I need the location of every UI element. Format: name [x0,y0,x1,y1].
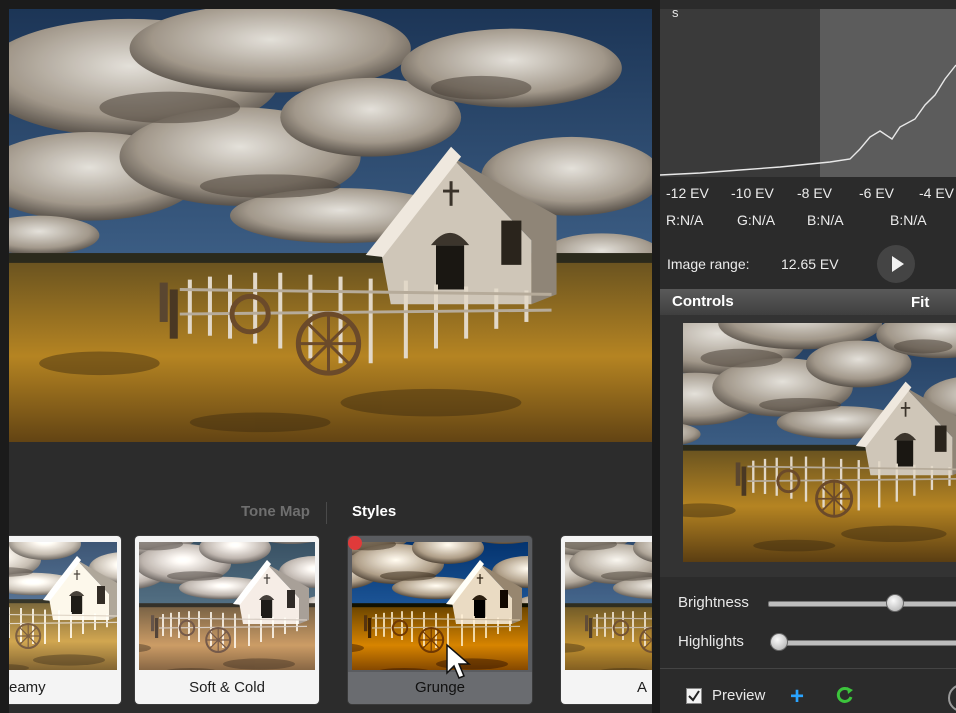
style-thumbnail [9,542,117,670]
selected-marker-icon [348,536,362,550]
brightness-slider[interactable] [768,601,956,607]
ev-label: -10 EV [731,185,774,201]
main-photo [9,9,652,442]
play-button[interactable] [877,245,915,283]
styles-panel: Tone Map Styles eamy Soft & Cold Grunge [9,442,652,713]
checkbox-icon [688,690,700,702]
tab-bar: Tone Map Styles [9,498,652,526]
histogram-corner-label: s [672,9,679,20]
blue-readout-2: B:N/A [890,212,927,228]
brightness-label: Brightness [678,594,749,611]
style-card-soft-cold[interactable]: Soft & Cold [135,536,319,704]
right-panel: s -12 EV -10 EV -8 EV -6 EV -4 EV R:N/A … [660,0,956,713]
ev-label: -6 EV [859,185,895,201]
brightness-control: Brightness [660,591,956,615]
styles-strip[interactable]: eamy Soft & Cold Grunge A [9,528,652,713]
ev-label: -4 EV [919,185,955,201]
style-label: eamy [9,679,46,696]
red-readout: R:N/A [666,212,704,228]
image-range-label: Image range: [667,256,750,272]
style-card-a[interactable]: A [561,536,652,704]
controls-header: Controls Fit [660,289,956,315]
style-card-grunge[interactable]: Grunge [348,536,532,704]
style-label: A [637,679,648,696]
cursor-icon [446,643,472,679]
highlights-control: Highlights [660,630,956,654]
preview-panel [660,315,956,577]
rgb-readout: R:N/A G:N/A B:N/A B:N/A [660,212,956,232]
preview-label: Preview [712,687,766,704]
style-thumbnail [352,542,528,670]
preview-image [683,323,956,569]
preview-checkbox[interactable] [686,688,702,704]
style-label: Soft & Cold [189,679,265,696]
highlights-slider-handle[interactable] [770,633,788,651]
style-label: Grunge [348,672,532,704]
image-range-value: 12.65 EV [781,256,839,272]
style-thumbnail [565,542,652,670]
style-thumbnail [139,542,315,670]
main-photo-image [9,9,652,442]
green-readout: G:N/A [737,212,776,228]
play-icon [892,256,904,272]
ev-scale: -12 EV -10 EV -8 EV -6 EV -4 EV [660,185,956,205]
add-icon[interactable]: + [790,683,804,711]
tab-styles[interactable]: Styles [352,498,396,526]
ev-label: -8 EV [797,185,833,201]
tab-divider [326,502,327,524]
refresh-icon[interactable] [835,685,855,705]
ev-label: -12 EV [666,185,709,201]
options-button[interactable] [948,684,956,712]
highlights-label: Highlights [678,633,744,650]
blue-readout: B:N/A [807,212,844,228]
controls-title: Controls [672,293,734,310]
fit-button[interactable]: Fit [911,294,929,311]
brightness-slider-handle[interactable] [886,594,904,612]
tab-tone-map[interactable]: Tone Map [241,498,310,526]
style-card-dreamy[interactable]: eamy [9,536,121,704]
highlights-slider[interactable] [770,640,956,646]
divider [660,668,956,669]
histogram: s [660,5,956,177]
